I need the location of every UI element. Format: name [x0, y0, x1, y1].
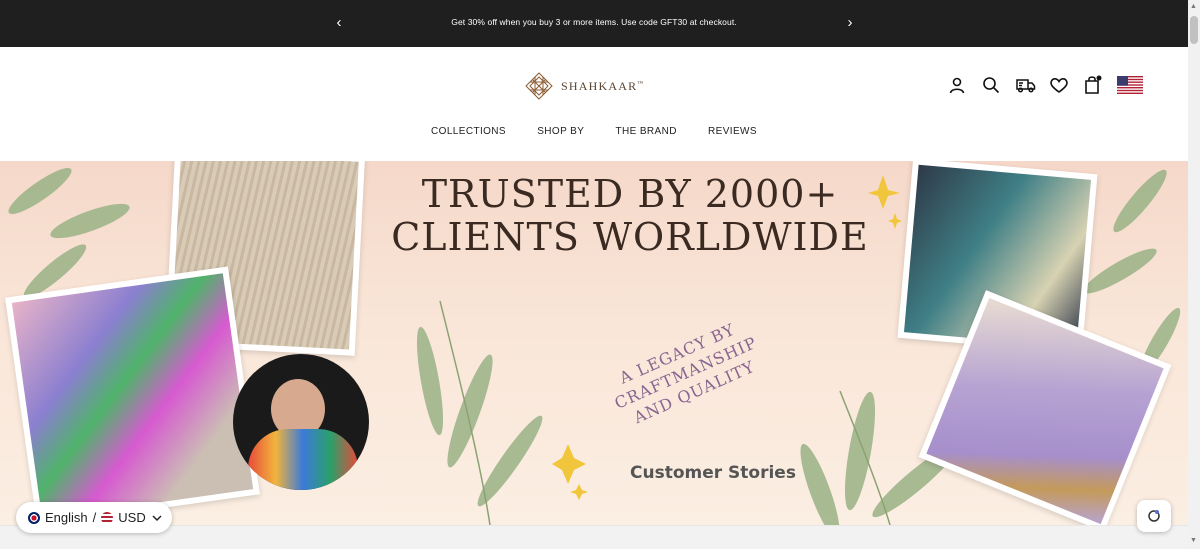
- nav-the-brand[interactable]: THE BRAND: [615, 126, 676, 137]
- page: ‹ Get 30% off when you buy 3 or more ite…: [0, 0, 1188, 549]
- scrollbar[interactable]: ▲ ▼: [1188, 0, 1200, 549]
- scroll-up-icon[interactable]: ▲: [1190, 3, 1197, 10]
- scrollbar-thumb[interactable]: [1190, 16, 1198, 44]
- language-currency-selector[interactable]: English / USD: [16, 502, 172, 533]
- nav-shop-by[interactable]: SHOP BY: [537, 126, 584, 137]
- customer-photo-circle: [233, 354, 369, 490]
- sparkle-icon: [868, 175, 902, 229]
- announcement-bar: ‹ Get 30% off when you buy 3 or more ite…: [0, 0, 1188, 47]
- truck-icon[interactable]: [1013, 73, 1037, 97]
- us-flag-icon[interactable]: [1117, 76, 1143, 94]
- account-icon[interactable]: [945, 73, 969, 97]
- hero-headline: TRUSTED BY 2000+ CLIENTS WORLDWIDE: [391, 172, 869, 259]
- logo[interactable]: SHAHKAAR™: [524, 71, 644, 101]
- chevron-right-icon[interactable]: ›: [843, 13, 857, 33]
- site-header: SHAHKAAR™ COLLECTIONS SHOP BY THE BRAND …: [0, 47, 1188, 161]
- hero-banner[interactable]: TRUSTED BY 2000+ CLIENTS WORLDWIDE A LEG…: [0, 161, 1188, 525]
- customer-photo-2: [5, 266, 260, 525]
- bottom-bar: [0, 525, 1188, 549]
- customer-stories-button[interactable]: Customer Stories: [630, 463, 796, 483]
- logo-emblem-icon: [525, 72, 553, 100]
- language-label: English: [45, 510, 88, 525]
- heart-icon[interactable]: [1047, 73, 1071, 97]
- search-icon[interactable]: [979, 73, 1003, 97]
- chevron-down-icon: [152, 514, 162, 521]
- cart-icon[interactable]: [1081, 73, 1105, 97]
- uk-flag-icon: [28, 511, 40, 524]
- logo-text: SHAHKAAR™: [561, 78, 645, 93]
- scroll-down-icon[interactable]: ▼: [1190, 537, 1197, 544]
- chat-icon: [1148, 510, 1160, 522]
- nav-collections[interactable]: COLLECTIONS: [431, 126, 506, 137]
- us-flag-small-icon: [101, 511, 114, 524]
- currency-label: USD: [118, 510, 146, 525]
- main-nav: COLLECTIONS SHOP BY THE BRAND REVIEWS: [0, 126, 1188, 137]
- announcement-message: Get 30% off when you buy 3 or more items…: [451, 17, 737, 27]
- nav-reviews[interactable]: REVIEWS: [708, 126, 757, 137]
- header-icons: [945, 73, 1143, 97]
- chat-widget-button[interactable]: [1137, 500, 1171, 532]
